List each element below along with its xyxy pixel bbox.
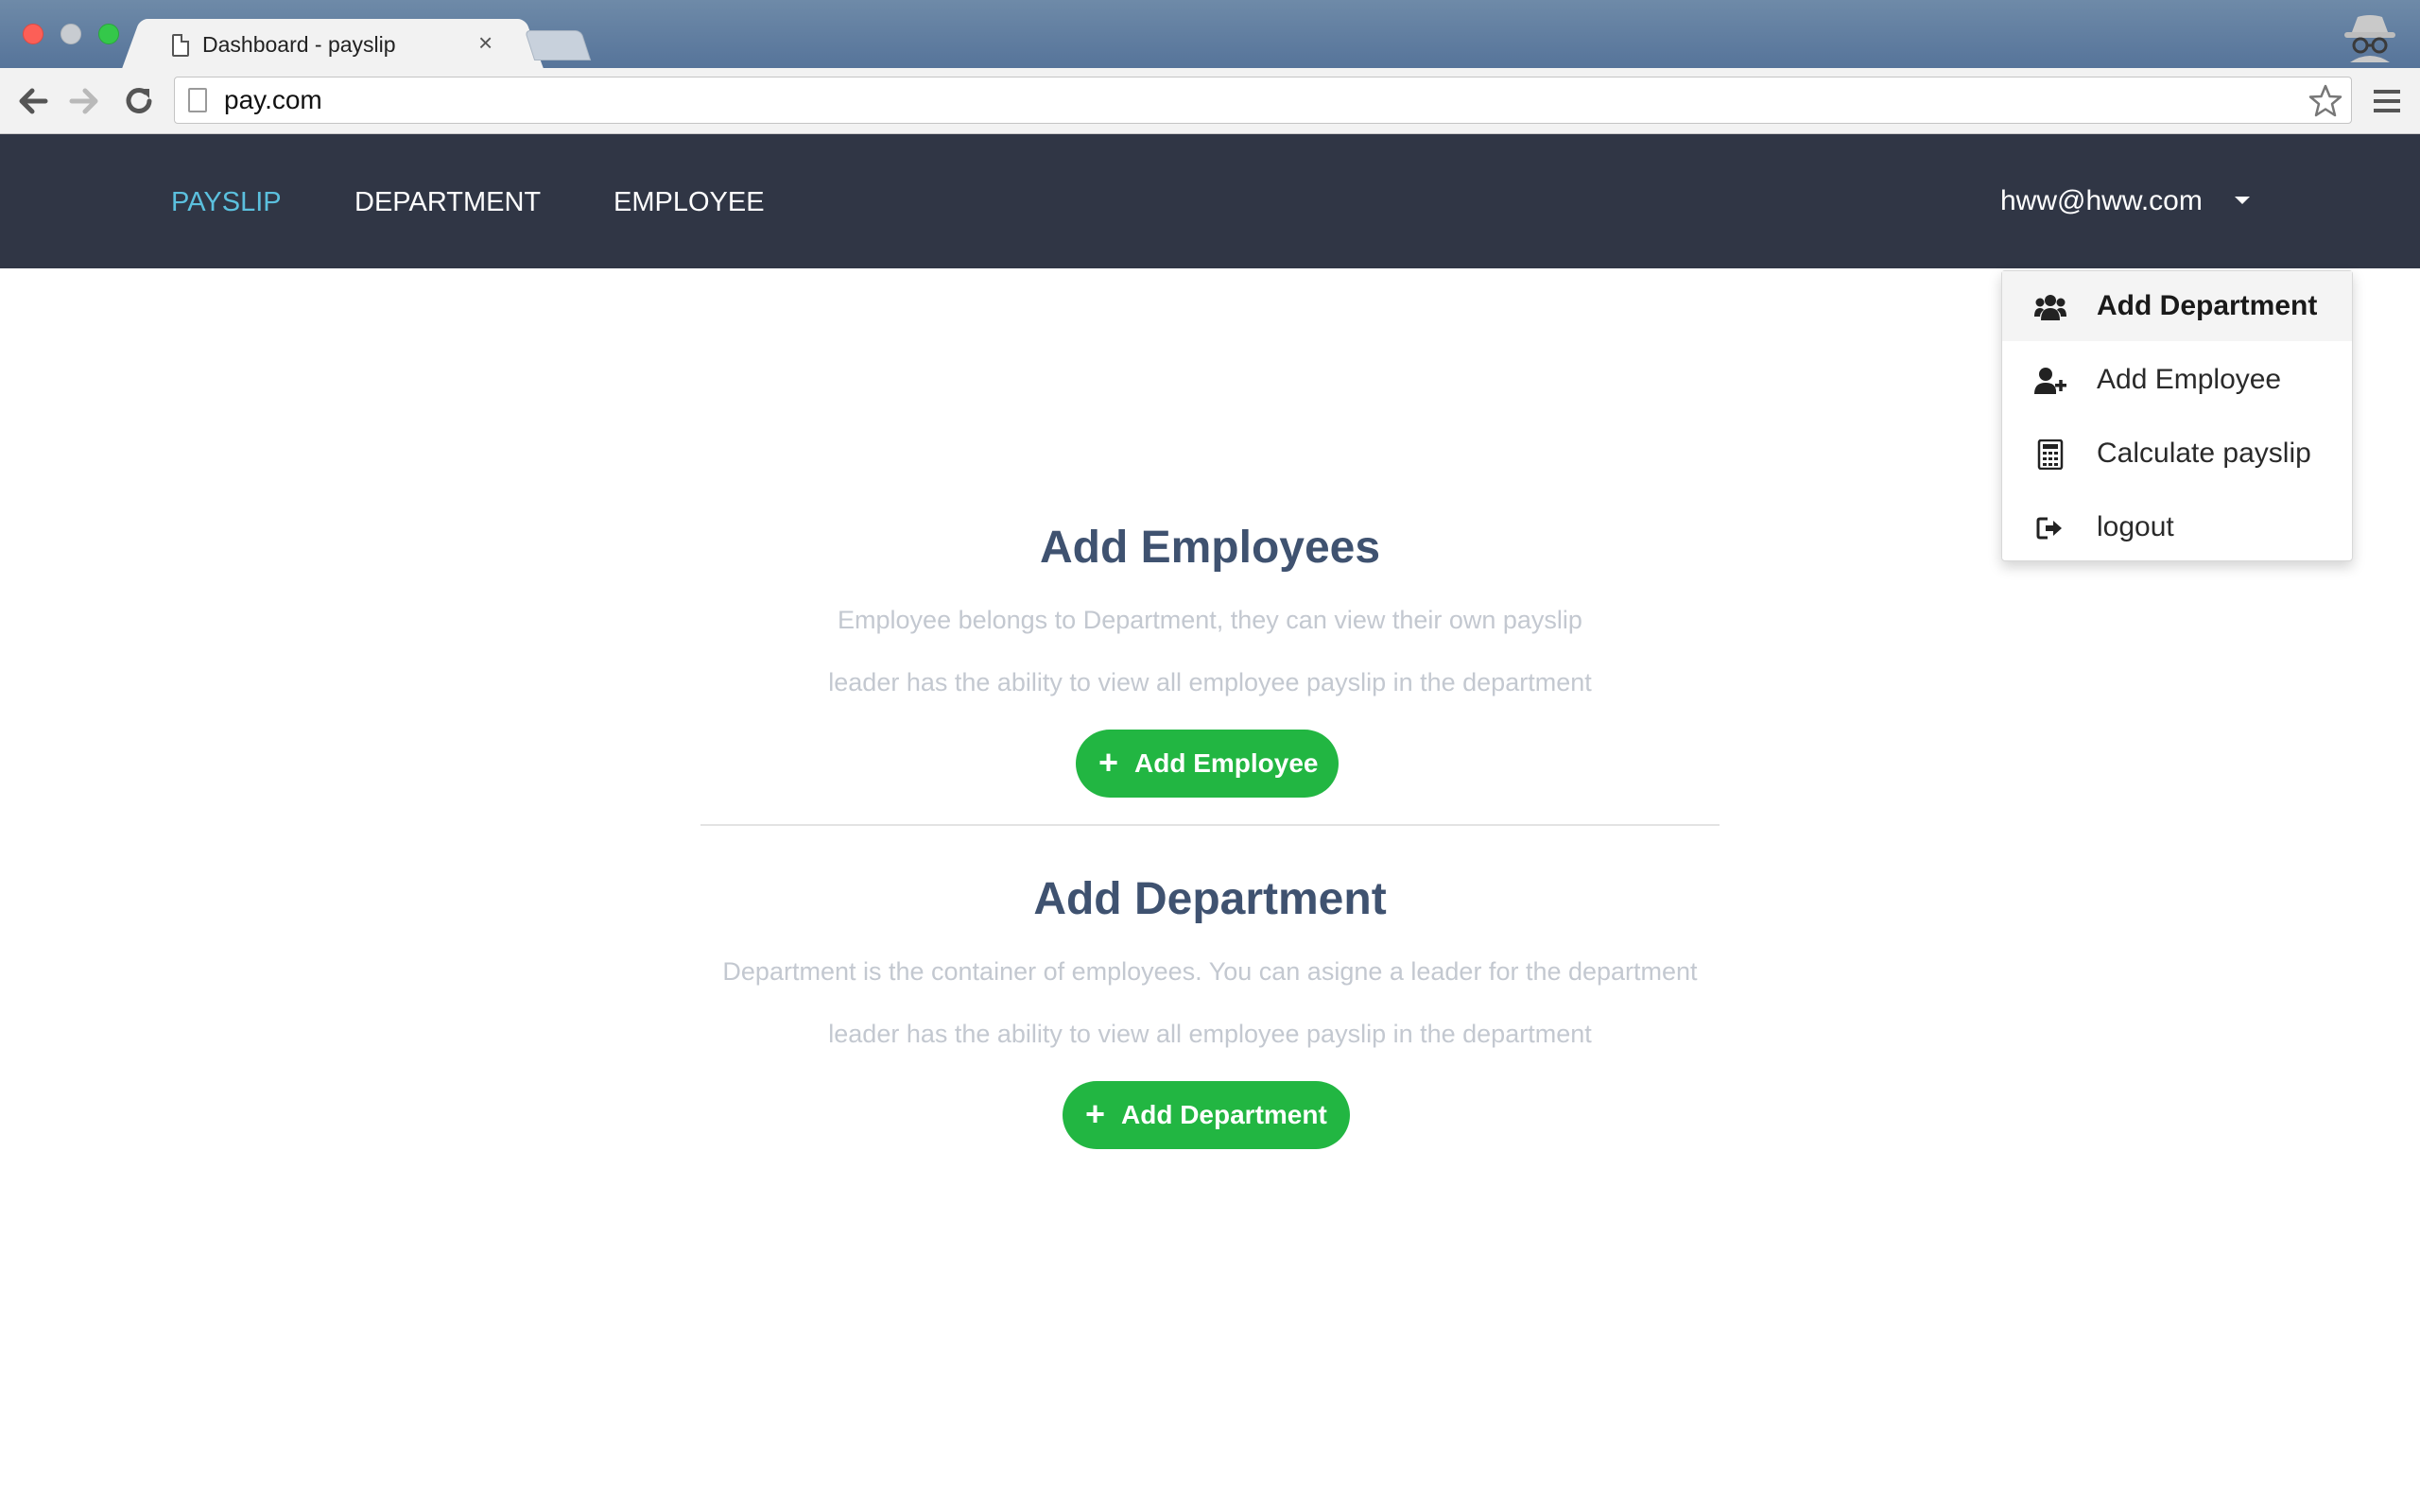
menu-item-add-employee[interactable]: Add Employee: [2002, 345, 2352, 415]
caret-down-icon[interactable]: [2235, 197, 2250, 204]
app-navbar: PAYSLIP DEPARTMENT EMPLOYEE hww@hww.com: [0, 134, 2420, 268]
bookmark-star-icon[interactable]: [2308, 83, 2343, 119]
section-description: leader has the ability to view all emplo…: [828, 1020, 1592, 1048]
menu-item-label: Add Department: [2097, 290, 2318, 321]
section-description: leader has the ability to view all emplo…: [828, 668, 1592, 696]
address-bar[interactable]: pay.com: [174, 77, 2352, 124]
back-arrow-icon[interactable]: [15, 83, 51, 119]
incognito-icon: [2344, 15, 2395, 62]
button-label: Add Department: [1121, 1100, 1327, 1129]
section-description: Department is the container of employees…: [722, 957, 1698, 986]
user-dropdown-menu: Add Department Add Employee Calculate pa…: [2001, 270, 2353, 561]
plus-icon: +: [1085, 1094, 1106, 1133]
browser-toolbar: pay.com: [0, 68, 2420, 134]
section-title: Add Employees: [1039, 523, 1381, 573]
calculator-icon: [2037, 439, 2064, 470]
window-maximize-button[interactable]: [98, 24, 119, 44]
browser-tab[interactable]: Dashboard - payslip ×: [144, 19, 522, 72]
add-employee-button[interactable]: + Add Employee: [1076, 730, 1339, 798]
user-plus-icon: [2034, 368, 2066, 394]
forward-arrow-icon[interactable]: [66, 83, 102, 119]
window-minimize-button[interactable]: [60, 24, 81, 44]
section-description: Employee belongs to Department, they can…: [838, 606, 1582, 634]
nav-link-department[interactable]: DEPARTMENT: [354, 187, 541, 218]
section-divider: [700, 824, 1720, 826]
plus-icon: +: [1098, 743, 1119, 782]
menu-item-calculate-payslip[interactable]: Calculate payslip: [2002, 419, 2352, 489]
url-text: pay.com: [224, 85, 322, 114]
nav-link-payslip[interactable]: PAYSLIP: [171, 187, 282, 218]
page-icon: [188, 88, 207, 112]
department-description-line-2-wrap: leader has the ability to view all emplo…: [0, 1020, 2420, 1049]
employees-description-line-1-wrap: Employee belongs to Department, they can…: [0, 606, 2420, 635]
browser-tab-bar: Dashboard - payslip ×: [0, 0, 2420, 72]
add-employees-section: Add Employees: [0, 522, 2420, 574]
user-menu-toggle[interactable]: hww@hww.com: [2000, 185, 2203, 217]
new-tab-button[interactable]: [524, 30, 592, 60]
add-department-section: Add Department: [0, 873, 2420, 925]
hamburger-menu-icon[interactable]: [2371, 85, 2403, 117]
reload-icon[interactable]: [121, 83, 157, 119]
menu-item-add-department[interactable]: Add Department: [2002, 271, 2352, 341]
add-department-button[interactable]: + Add Department: [1063, 1081, 1350, 1149]
tab-title: Dashboard - payslip: [202, 32, 396, 57]
tab-close-icon[interactable]: ×: [478, 28, 493, 58]
menu-item-label: Add Employee: [2097, 364, 2282, 395]
employees-description-line-2-wrap: leader has the ability to view all emplo…: [0, 668, 2420, 697]
menu-item-label: Calculate payslip: [2097, 438, 2311, 469]
department-description-line-1-wrap: Department is the container of employees…: [0, 957, 2420, 987]
window-close-button[interactable]: [23, 24, 43, 44]
page-icon: [172, 34, 189, 57]
users-icon: [2034, 295, 2066, 320]
section-title: Add Department: [1033, 874, 1387, 924]
button-label: Add Employee: [1134, 748, 1319, 778]
nav-link-employee[interactable]: EMPLOYEE: [614, 187, 765, 218]
